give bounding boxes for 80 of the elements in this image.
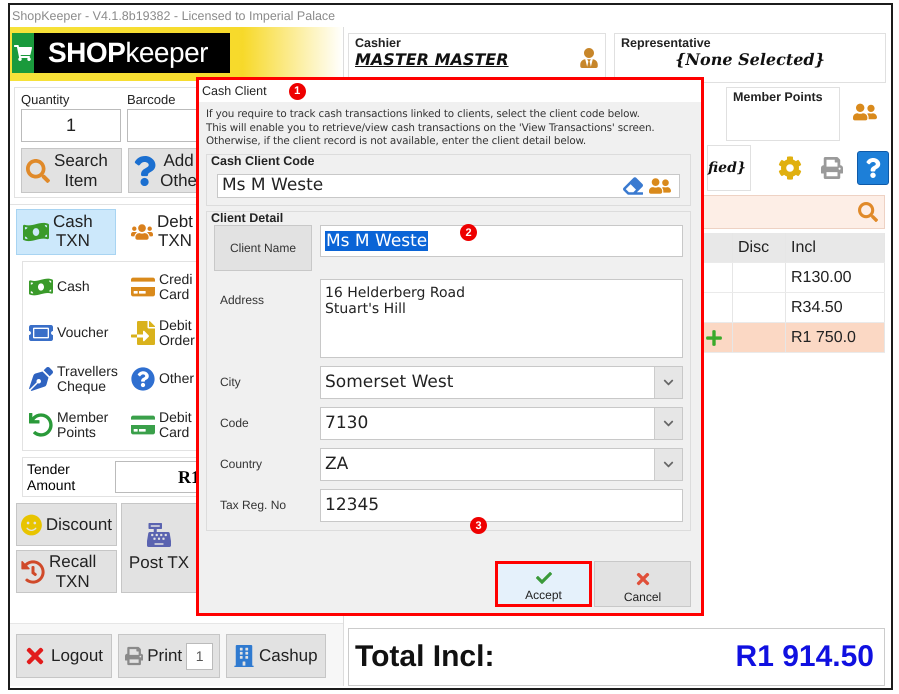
field-label: Code [219,416,250,430]
dropdown-field[interactable]: Somerset West [320,366,683,399]
help-button[interactable] [857,151,889,185]
chevron-icon [663,376,674,388]
person-icon[interactable] [579,48,599,68]
cash-register-icon [147,523,171,548]
tender-type-button[interactable]: Cash [25,270,127,304]
customer-name: fied} [708,160,746,176]
tender-amount-label: Tender Amount [27,461,76,493]
curved-arrow-icon [29,413,53,437]
cart-icon [14,44,32,62]
search-icon [26,158,50,182]
dialog-description: If you require to track cash transactions linked to clients, select the client code below. This will enable you to retrieve/view cash transactions on the 'View Transactions' screen. Otherwise, if the client record is not available, enter the client detail below. [206,108,656,149]
tender-type-button[interactable]: Credi Card [127,270,203,304]
address-field[interactable]: 16 Helderberg Road Stuart's Hill [320,278,683,358]
column-header: Incl [786,233,885,262]
building-icon [233,645,255,667]
total-amount: R1 914.50 [736,640,874,674]
search-item-button[interactable]: Search Item [21,148,122,193]
column-header: Disc [733,233,786,262]
field-label: Country [219,457,264,472]
cashier-name: MASTER MASTER [355,50,509,69]
discount-button[interactable]: Discount [16,503,117,546]
post-button[interactable]: Post TX [121,503,197,593]
chevron-icon [663,458,674,470]
recall-button[interactable]: Recall TXN [16,550,117,593]
cancel-button[interactable]: Cancel [594,561,691,607]
tender-type-button[interactable]: Travellers Cheque [25,362,127,396]
field-label: Quantity [21,92,70,107]
table-cell: R34.50 [791,298,843,316]
box-label: Member Points [733,90,824,104]
table-cell: R1 750.0 [791,328,856,346]
dropdown-field[interactable]: ZA [320,448,683,481]
cashup-button[interactable]: Cashup [226,634,326,678]
tender-type-button[interactable]: Debit Order [127,316,203,350]
field-label: City [219,375,242,390]
pen-icon [29,367,53,391]
credit-card-icon [131,275,155,299]
step-marker: 1 [288,82,306,100]
card-icon [131,413,155,437]
tender-type-button[interactable]: Debit Card [127,408,203,442]
dropdown-field[interactable]: 7130 [320,406,683,440]
window-title: ShopKeeper - V4.1.8b19382 - Licensed to Imperial Palace [12,9,336,23]
printer-icon [125,645,144,667]
client-code-field[interactable]: Ms M Weste [217,174,680,198]
help-icon [131,367,155,391]
print-button[interactable]: Print 1 [118,634,220,678]
logo-text: SHOPkeeper [47,37,208,69]
copies-field[interactable]: 1 [186,642,213,670]
check-icon [536,570,552,586]
group-title: Client Detail [211,210,284,225]
chevron-icon [663,418,674,429]
table-cell: R130.00 [791,268,852,286]
field-label: Address [219,292,266,307]
accept-button[interactable]: Accept [495,561,592,607]
tender-type-button[interactable]: Other [127,362,203,396]
client-name-button[interactable]: Client Name [214,224,312,271]
group-title: Cash Client Code [211,154,316,168]
representative-name: {None Selected} [674,50,826,69]
transaction-tab[interactable]: Debt TXN [124,209,196,255]
tax-number-field[interactable]: 12345 [320,488,683,522]
eraser-icon[interactable] [623,176,643,196]
box-label: Cashier [355,36,402,50]
folder-icon [131,321,155,345]
question-icon [133,156,156,186]
field-label: Barcode [127,92,176,107]
dialog-title: Cash Client [202,84,267,98]
plus-icon [704,328,722,346]
tender-type-button[interactable]: Member Points [25,408,127,442]
field-label: Tax Reg. No [219,498,288,512]
search-icon [858,202,878,222]
step-marker: 3 [470,517,487,534]
logout-button[interactable]: Logout [16,634,112,678]
box-label: Representative [621,36,712,50]
history-icon [21,560,45,584]
tender-type-button[interactable]: Voucher [25,316,127,350]
total-label: Total Incl: [355,640,494,674]
transaction-tab[interactable]: Cash TXN [16,209,116,255]
smiley-icon [21,512,42,538]
quantity-field[interactable]: 1 [21,109,121,142]
